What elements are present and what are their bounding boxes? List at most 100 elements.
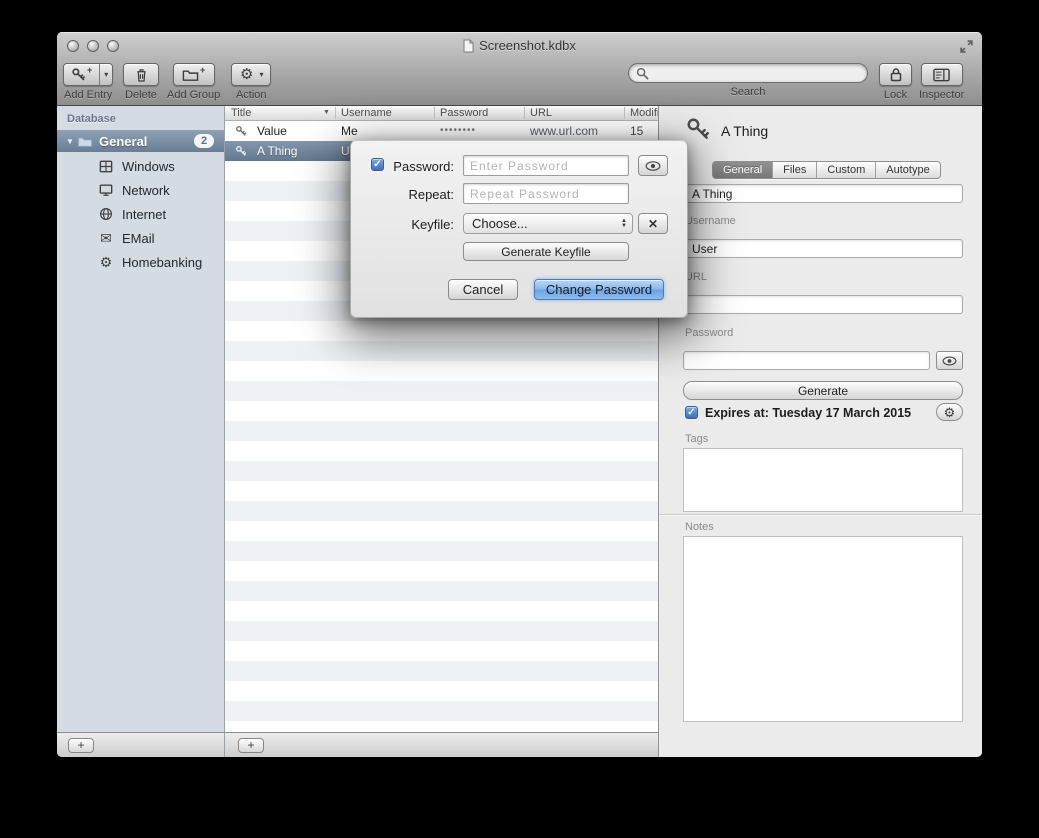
tab-general[interactable]: General	[713, 162, 773, 178]
sidebar-item-network[interactable]: Network	[57, 178, 224, 202]
clear-keyfile-button[interactable]: ✕	[638, 213, 668, 234]
lock-button[interactable]	[879, 63, 912, 86]
repeat-password-input[interactable]	[463, 183, 629, 204]
inspector-divider	[659, 514, 982, 515]
column-divider[interactable]	[624, 107, 625, 119]
generate-password-button[interactable]: Generate	[683, 381, 963, 400]
sidebar-item-internet[interactable]: Internet	[57, 202, 224, 226]
expires-checkbox[interactable]: ✓	[685, 406, 698, 419]
column-header-title[interactable]: Title	[231, 106, 251, 120]
keyfile-popup[interactable]: Choose... ▲ ▼	[463, 213, 633, 234]
inspector-button[interactable]	[921, 63, 963, 86]
username-field[interactable]	[683, 239, 963, 258]
inspector-group: Inspector	[919, 63, 964, 101]
column-divider[interactable]	[434, 107, 435, 119]
column-header-url[interactable]: URL	[530, 106, 552, 120]
notes-textarea[interactable]	[683, 536, 963, 722]
column-divider[interactable]	[335, 107, 336, 119]
windows-icon	[98, 160, 114, 173]
add-group-button[interactable]: +	[173, 63, 215, 86]
sidebar-item-label: Network	[122, 183, 170, 198]
eye-icon	[942, 356, 957, 366]
titlebar: Screenshot.kdbx	[57, 32, 982, 59]
sidebar-item-windows[interactable]: Windows	[57, 154, 224, 178]
key-icon	[235, 125, 247, 137]
gear-icon: ⚙	[944, 406, 956, 419]
gear-icon: ⚙	[98, 255, 114, 269]
column-header-username[interactable]: Username	[341, 106, 392, 120]
url-label: URL	[685, 271, 707, 283]
cancel-button[interactable]: Cancel	[448, 279, 518, 300]
check-icon: ✓	[373, 160, 381, 170]
title-field[interactable]	[683, 184, 963, 203]
delete-button[interactable]	[123, 63, 159, 86]
change-password-button[interactable]: Change Password	[534, 279, 664, 300]
reveal-password-button[interactable]	[936, 351, 963, 370]
sidebar-section-header: Database	[67, 113, 116, 125]
trash-icon	[135, 67, 148, 83]
list-footer: +	[225, 732, 658, 757]
cell-password: ••••••••	[440, 121, 476, 141]
sidebar-footer: +	[57, 732, 225, 757]
display-icon	[98, 183, 114, 197]
tab-autotype[interactable]: Autotype	[876, 162, 939, 178]
sidebar-item-homebanking[interactable]: ⚙ Homebanking	[57, 250, 224, 274]
check-icon: ✓	[687, 408, 695, 418]
group-label: General	[99, 134, 147, 149]
add-entry-label: Add Entry	[64, 89, 112, 101]
generate-keyfile-button[interactable]: Generate Keyfile	[463, 242, 629, 261]
add-entry-footer-button[interactable]: +	[238, 738, 264, 753]
reveal-password-button[interactable]	[638, 155, 668, 176]
sidebar-group-general[interactable]: ▼ General 2	[57, 130, 224, 152]
column-header-modified[interactable]: Modified	[630, 106, 658, 120]
cell-username: Me	[341, 121, 358, 141]
url-field[interactable]	[683, 295, 963, 314]
change-password-dialog: ✓ Password: Repeat: Keyfile: Choose... ▲…	[350, 140, 688, 318]
popup-arrows-icon: ▲ ▼	[621, 219, 627, 229]
search-field[interactable]	[628, 63, 868, 83]
envelope-icon: ✉	[98, 231, 114, 245]
add-group-footer-button[interactable]: +	[68, 738, 94, 753]
column-divider[interactable]	[524, 107, 525, 119]
disclosure-triangle-icon[interactable]: ▼	[63, 137, 77, 146]
action-button[interactable]: ⚙ ▾	[231, 63, 271, 86]
close-icon: ✕	[648, 217, 658, 231]
username-label: Username	[685, 215, 736, 227]
tags-textarea[interactable]	[683, 448, 963, 512]
expiry-gear-button[interactable]: ⚙	[936, 403, 963, 421]
repeat-label: Repeat:	[408, 187, 454, 202]
action-group: ⚙ ▾ Action	[231, 63, 271, 101]
notes-label: Notes	[685, 521, 714, 533]
add-entry-group: + ▾ Add Entry	[63, 63, 113, 101]
search-label: Search	[731, 86, 766, 98]
cell-title: A Thing	[257, 141, 297, 161]
password-checkbox[interactable]: ✓	[371, 158, 384, 171]
keyfile-popup-value: Choose...	[472, 216, 528, 231]
globe-icon	[98, 207, 114, 221]
add-group-label: Add Group	[167, 89, 220, 101]
folder-plus-icon	[182, 68, 199, 82]
password-field[interactable]	[683, 351, 930, 370]
inspector-entry-title: A Thing	[721, 123, 768, 139]
window-chrome: Screenshot.kdbx + ▾ Add Entry	[57, 32, 982, 106]
entry-count-badge: 2	[194, 134, 214, 148]
new-password-input[interactable]	[463, 155, 629, 176]
cell-url: www.url.com	[530, 121, 598, 141]
sidebar-item-email[interactable]: ✉ EMail	[57, 226, 224, 250]
cell-modified: 15	[630, 121, 643, 141]
column-header-password[interactable]: Password	[440, 106, 488, 120]
fullscreen-icon[interactable]	[959, 39, 974, 54]
search-input[interactable]	[653, 66, 860, 80]
search-icon	[636, 67, 649, 80]
entry-list-header: Title ▼ Username Password URL Modified	[225, 106, 658, 121]
add-entry-button[interactable]: + ▾	[63, 63, 113, 86]
chevron-down-icon[interactable]: ▾	[99, 64, 112, 85]
delete-group: Delete	[123, 63, 159, 101]
entry-row-value[interactable]: Value Me •••••••• www.url.com 15	[225, 121, 658, 141]
action-label: Action	[236, 89, 267, 101]
inspector-label: Inspector	[919, 89, 964, 101]
tab-files[interactable]: Files	[773, 162, 817, 178]
document-icon	[463, 39, 474, 53]
key-icon	[235, 145, 247, 157]
tab-custom[interactable]: Custom	[817, 162, 876, 178]
